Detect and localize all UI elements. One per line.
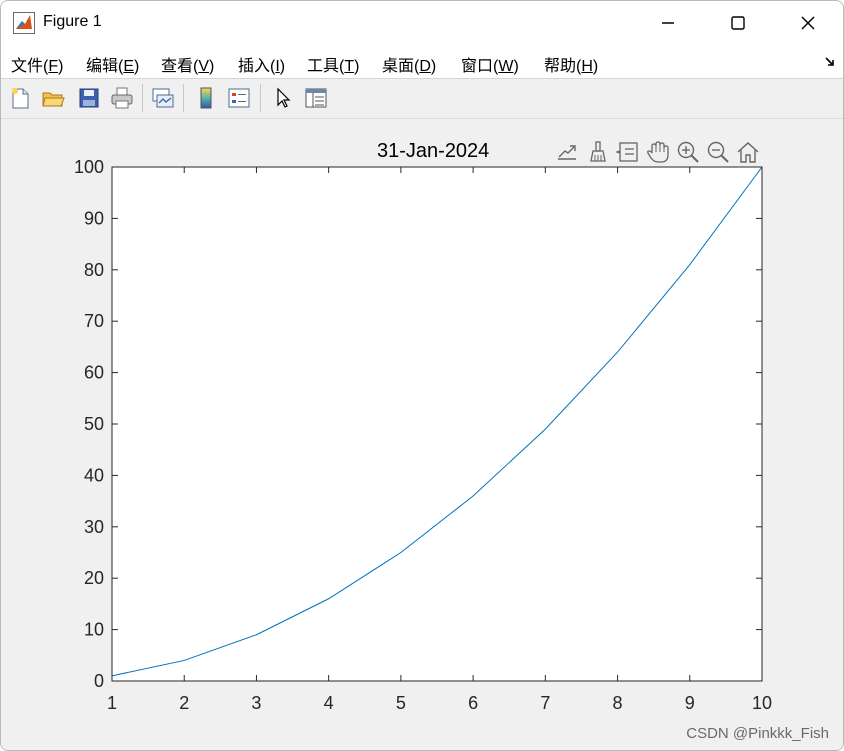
axes-background xyxy=(112,167,762,681)
save-button[interactable] xyxy=(75,83,103,113)
link-plot-icon xyxy=(152,88,174,108)
x-tick-label: 1 xyxy=(107,693,117,713)
menu-view[interactable]: 查看(V) xyxy=(161,52,214,76)
x-tick-label: 5 xyxy=(396,693,406,713)
property-inspector-icon xyxy=(305,88,327,108)
close-icon xyxy=(801,16,815,30)
y-tick-label: 10 xyxy=(84,620,104,640)
toolbar-separator xyxy=(260,84,261,112)
x-tick-label: 4 xyxy=(324,693,334,713)
property-inspector-button[interactable] xyxy=(302,83,330,113)
menu-window[interactable]: 窗口(W) xyxy=(461,52,519,76)
y-tick-label: 80 xyxy=(84,260,104,280)
edit-plot-arrow-icon xyxy=(277,87,291,108)
colorbar-button[interactable] xyxy=(192,83,220,113)
x-tick-label: 9 xyxy=(685,693,695,713)
x-tick-label: 6 xyxy=(468,693,478,713)
y-tick-label: 30 xyxy=(84,517,104,537)
toolbar-separator xyxy=(183,84,184,112)
y-tick-label: 90 xyxy=(84,208,104,228)
link-plot-button[interactable] xyxy=(149,83,177,113)
maximize-icon xyxy=(731,16,745,30)
toolbar-separator xyxy=(142,84,143,112)
y-tick-label: 0 xyxy=(94,671,104,691)
menu-bar: 文件(F) 编辑(E) 查看(V) 插入(I) 工具(T) 桌面(D) 窗口(W… xyxy=(1,45,843,79)
menu-edit[interactable]: 编辑(E) xyxy=(86,52,139,76)
legend-button[interactable] xyxy=(225,83,253,113)
matlab-icon xyxy=(13,12,35,34)
watermark-text: CSDN @Pinkkk_Fish xyxy=(686,725,829,742)
print-button[interactable] xyxy=(108,83,136,113)
dock-arrow-icon[interactable] xyxy=(825,57,835,67)
minimize-button[interactable] xyxy=(633,1,703,45)
x-tick-label: 7 xyxy=(540,693,550,713)
maximize-button[interactable] xyxy=(703,1,773,45)
y-tick-label: 50 xyxy=(84,414,104,434)
close-button[interactable] xyxy=(773,1,843,45)
print-icon xyxy=(111,87,133,109)
menu-tools[interactable]: 工具(T) xyxy=(307,52,359,76)
minimize-icon xyxy=(662,22,674,24)
x-tick-label: 2 xyxy=(179,693,189,713)
menu-desktop[interactable]: 桌面(D) xyxy=(382,52,436,76)
colorbar-icon xyxy=(200,87,212,109)
figure-window: Figure 1 文件(F) 编辑(E) 查看(V) 插入(I) 工具(T) 桌… xyxy=(0,0,844,751)
new-figure-icon xyxy=(12,88,29,109)
open-file-button[interactable] xyxy=(39,83,67,113)
x-tick-label: 10 xyxy=(752,693,772,713)
menu-insert[interactable]: 插入(I) xyxy=(238,52,285,76)
y-tick-label: 70 xyxy=(84,311,104,331)
x-tick-label: 3 xyxy=(251,693,261,713)
legend-icon xyxy=(228,88,250,108)
y-tick-label: 20 xyxy=(84,568,104,588)
new-figure-button[interactable] xyxy=(6,83,34,113)
y-tick-label: 60 xyxy=(84,363,104,383)
plot-axes[interactable]: 1 2 3 4 5 6 7 8 9 100102030405060708090100 xyxy=(1,119,843,750)
title-bar: Figure 1 xyxy=(1,1,843,45)
y-tick-label: 100 xyxy=(74,157,104,177)
menu-help[interactable]: 帮助(H) xyxy=(544,52,598,76)
menu-file[interactable]: 文件(F) xyxy=(11,52,63,76)
window-title: Figure 1 xyxy=(43,13,102,30)
save-icon xyxy=(79,88,99,108)
open-file-icon xyxy=(42,92,65,107)
y-tick-label: 40 xyxy=(84,465,104,485)
edit-plot-button[interactable] xyxy=(269,83,297,113)
x-tick-label: 8 xyxy=(613,693,623,713)
figure-toolbar xyxy=(1,79,843,119)
